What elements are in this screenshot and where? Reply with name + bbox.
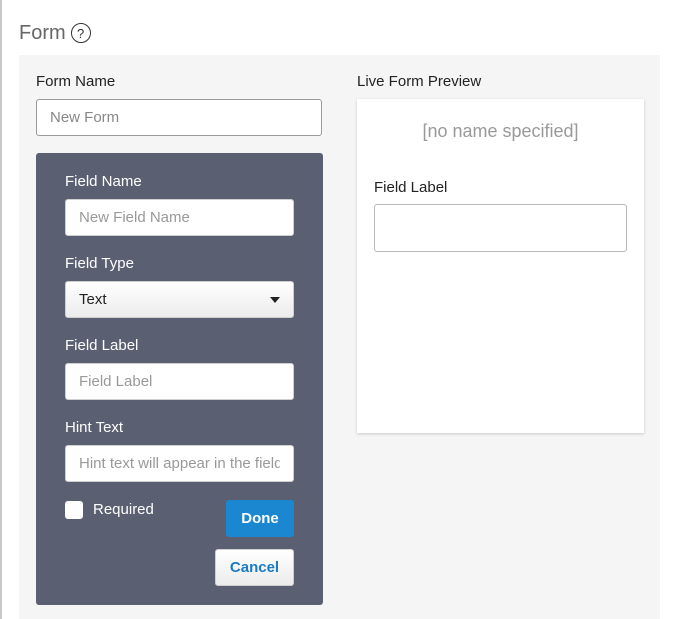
- live-preview-heading: Live Form Preview: [357, 73, 482, 90]
- field-type-select[interactable]: Text: [65, 281, 294, 318]
- field-type-label: Field Type: [65, 255, 134, 272]
- field-name-label: Field Name: [65, 173, 142, 190]
- form-name-input[interactable]: [36, 99, 322, 136]
- field-editor-panel: Field Name Field Type Text Field Label H…: [36, 153, 323, 605]
- hint-text-label: Hint Text: [65, 419, 124, 436]
- live-preview-card: [no name specified] Field Label: [357, 99, 644, 433]
- required-checkbox[interactable]: [65, 501, 83, 519]
- form-builder-panel: Form Name Field Name Field Type Text Fie…: [19, 55, 660, 619]
- preview-field-input[interactable]: [374, 204, 627, 252]
- field-label-label: Field Label: [65, 337, 139, 354]
- cancel-button[interactable]: Cancel: [215, 549, 294, 586]
- page-title: Form: [19, 21, 66, 44]
- preview-form-name: [no name specified]: [422, 121, 579, 141]
- field-type-selected-value: Text: [79, 291, 107, 308]
- form-builder-page: Form ? Form Name Field Name Field Type T…: [0, 0, 680, 619]
- hint-text-input[interactable]: [65, 445, 294, 482]
- required-label: Required: [93, 501, 154, 518]
- help-icon[interactable]: ?: [70, 23, 91, 43]
- field-label-input[interactable]: [65, 363, 294, 400]
- field-name-input[interactable]: [65, 199, 294, 236]
- done-button[interactable]: Done: [226, 500, 294, 537]
- caret-down-icon: [270, 296, 280, 303]
- form-name-label: Form Name: [36, 73, 116, 90]
- preview-field-label: Field Label: [374, 179, 448, 196]
- page-title-row: Form ?: [19, 20, 91, 46]
